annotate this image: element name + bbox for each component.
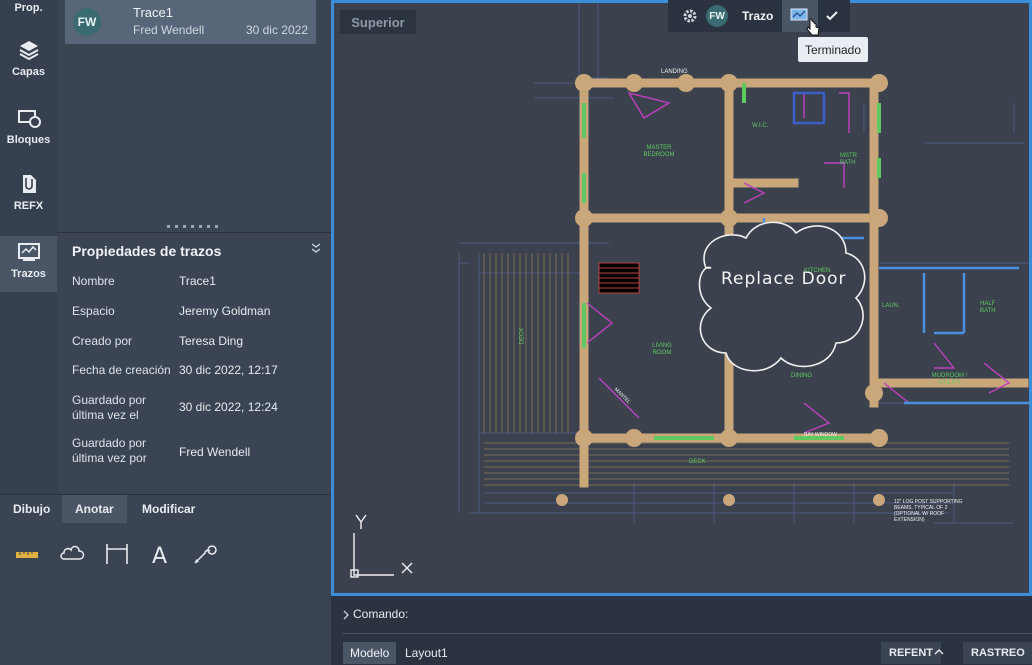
trace-name: Trace1 (133, 5, 173, 20)
text-icon[interactable]: A (146, 539, 176, 569)
traces-icon (17, 243, 40, 261)
view-label[interactable]: Superior (340, 10, 416, 34)
plan-label: MASTER BEDROOM (643, 145, 675, 158)
prop-label: Nombre (72, 274, 115, 288)
plan-label: BAY WINDOW (804, 432, 837, 438)
prop-label: Fecha de creación (72, 363, 171, 377)
prop-value: 30 dic 2022, 12:24 (179, 400, 278, 414)
measure-icon[interactable] (12, 539, 42, 569)
plan-label: LIVING ROOM (652, 343, 672, 356)
plan-label: HALF BATH (980, 301, 996, 314)
command-line[interactable]: Comando: (331, 596, 1032, 634)
plan-label: DINING (791, 373, 812, 379)
osnap-button[interactable]: REFENT (881, 642, 941, 664)
plan-label: MUDROOM / UTILITY (931, 373, 968, 386)
prop-value: Trace1 (179, 274, 216, 288)
prop-value: Teresa Ding (179, 334, 244, 348)
rail-item-properties[interactable]: Prop. (0, 2, 57, 28)
prop-label: Espacio (72, 304, 115, 318)
avatar-initials: FW (709, 10, 725, 22)
tooltip: Terminado (798, 37, 868, 62)
chevron-right-icon (343, 610, 349, 620)
rail-item-label: Prop. (14, 2, 43, 14)
dimension-icon[interactable] (102, 539, 132, 569)
trace-toolbar: FW Trazo (668, 0, 850, 32)
status-bar: Modelo Layout1 REFENT RASTREO (331, 634, 1032, 664)
rail-item-label: REFX (13, 200, 44, 212)
plan-label: KITCHEN (804, 268, 831, 274)
layers-icon (19, 41, 38, 61)
avatar: FW (706, 5, 728, 27)
plan-label: LAUN. (882, 303, 900, 309)
prop-label: Creado por (72, 334, 133, 348)
rail-item-label: Capas (11, 66, 46, 78)
check-icon[interactable] (825, 9, 839, 23)
panel-title: Propiedades de trazos (72, 243, 222, 259)
left-rail: Prop. Capas Bloques REFX Trazos (0, 0, 57, 494)
plan-label: DECK (519, 327, 526, 345)
blocks-icon (17, 110, 41, 128)
cursor-hand-icon (806, 18, 820, 36)
avatar: FW (73, 8, 101, 36)
tab-annotate[interactable]: Anotar (62, 495, 127, 523)
prop-value: Fred Wendell (179, 445, 251, 459)
plan-label: 12" LOG POST SUPPORTING BEAMS. TYPICAL O… (894, 499, 963, 523)
tab-layout1[interactable]: Layout1 (398, 642, 455, 664)
plan-label: MSTR BATH (840, 153, 857, 166)
svg-text:A: A (152, 544, 167, 569)
gear-icon[interactable] (682, 8, 698, 24)
trace-date: 30 dic 2022 (245, 23, 308, 37)
trace-label: Trazo (742, 9, 774, 23)
prop-label: Guardado por última vez por (72, 436, 147, 465)
rail-item-layers[interactable]: Capas (0, 38, 57, 86)
command-prompt: Comando: (353, 607, 409, 621)
trace-author: Fred Wendell (133, 23, 205, 37)
leader-icon[interactable] (190, 539, 220, 569)
plan-label: LANDING (661, 69, 688, 75)
rail-item-xref[interactable]: REFX (0, 172, 57, 220)
rail-item-label: Trazos (11, 268, 46, 280)
rail-item-traces[interactable]: Trazos (0, 236, 57, 292)
tracking-button[interactable]: RASTREO (963, 642, 1032, 664)
trace-card[interactable]: FW Trace1 Fred Wendell 30 dic 2022 (65, 0, 316, 44)
rail-item-label: Bloques (6, 134, 51, 146)
avatar-initials: FW (77, 15, 97, 29)
plan-label: DECK (689, 459, 706, 465)
panel-splitter[interactable] (57, 222, 331, 232)
annotation-tools: Dibujo Anotar Modificar A (0, 494, 331, 665)
trace-properties-panel: Propiedades de trazos Nombre Trace1 Espa… (57, 232, 331, 495)
collapse-icon[interactable] (310, 242, 322, 254)
prop-value: 30 dic 2022, 12:17 (179, 363, 278, 377)
plan-label: W.I.C. (752, 123, 769, 129)
tab-model[interactable]: Modelo (343, 642, 397, 664)
revision-cloud-icon[interactable] (57, 539, 87, 569)
drawing-canvas[interactable]: Superior Replace Door LANDING MASTER BED… (331, 0, 1032, 596)
tab-modify[interactable]: Modificar (129, 495, 208, 523)
rail-item-blocks[interactable]: Bloques (0, 106, 57, 154)
tab-draw[interactable]: Dibujo (0, 495, 63, 523)
chevron-up-icon[interactable] (934, 648, 944, 656)
xref-icon (22, 175, 36, 193)
prop-label: Guardado por última vez el (72, 393, 147, 422)
prop-value: Jeremy Goldman (179, 304, 271, 318)
